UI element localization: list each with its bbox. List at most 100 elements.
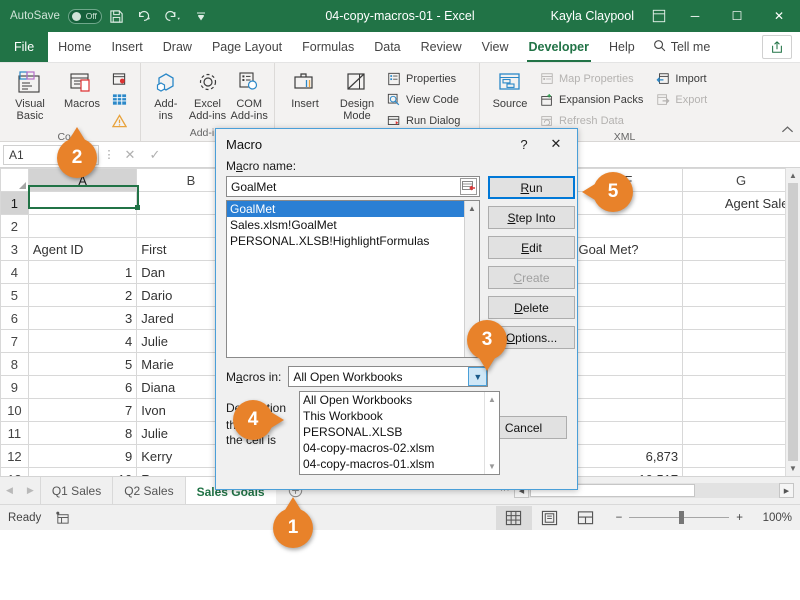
cell-f10[interactable] bbox=[573, 398, 684, 422]
cell-a4[interactable]: 1 bbox=[27, 260, 138, 284]
scroll-down-arrow[interactable]: ▼ bbox=[786, 461, 800, 476]
cell-a5[interactable]: 2 bbox=[27, 283, 138, 307]
macros-button[interactable]: Macros bbox=[56, 67, 108, 110]
cell-g12[interactable] bbox=[682, 444, 800, 468]
accessibility-check-icon[interactable] bbox=[55, 511, 70, 525]
row-header-10[interactable]: 10 bbox=[0, 398, 29, 422]
insert-control-button[interactable]: Insert bbox=[279, 67, 331, 110]
ribbon-display-options-icon[interactable] bbox=[644, 0, 674, 32]
row-header-2[interactable]: 2 bbox=[0, 214, 29, 238]
column-header-g[interactable]: G bbox=[682, 168, 800, 192]
tab-file[interactable]: File bbox=[0, 32, 49, 62]
zoom-slider-thumb[interactable] bbox=[679, 511, 685, 524]
xml-source-button[interactable]: Source bbox=[484, 67, 536, 110]
row-header-1[interactable]: 1 bbox=[0, 191, 29, 215]
list-item[interactable]: PERSONAL.XLSB bbox=[300, 424, 499, 440]
minimize-button[interactable]: ─ bbox=[674, 0, 716, 32]
cell-f8[interactable] bbox=[573, 352, 684, 376]
row-header-3[interactable]: 3 bbox=[0, 237, 29, 261]
list-item[interactable]: This Workbook bbox=[300, 408, 499, 424]
cell-g1[interactable]: Agent Sales bbox=[682, 191, 800, 215]
cell-g13[interactable] bbox=[682, 467, 800, 476]
cell-a10[interactable]: 7 bbox=[27, 398, 138, 422]
dialog-help-button[interactable]: ? bbox=[509, 131, 539, 157]
scroll-up-arrow[interactable]: ▲ bbox=[786, 168, 800, 183]
zoom-slider[interactable] bbox=[629, 511, 730, 524]
row-header-4[interactable]: 4 bbox=[0, 260, 29, 284]
row-header-11[interactable]: 11 bbox=[0, 421, 29, 445]
export-button[interactable]: Export bbox=[652, 90, 710, 110]
cell-a7[interactable]: 4 bbox=[27, 329, 138, 353]
cell-f11[interactable] bbox=[573, 421, 684, 445]
macro-name-input[interactable]: GoalMet bbox=[226, 176, 480, 197]
view-code-button[interactable]: View Code bbox=[383, 90, 463, 110]
cell-f3[interactable]: Goal Met? bbox=[573, 237, 684, 261]
cell-g5[interactable] bbox=[682, 283, 800, 307]
step-into-button[interactable]: Step Into bbox=[488, 206, 575, 229]
add-ins-button[interactable]: Add- ins bbox=[145, 67, 187, 122]
row-header-5[interactable]: 5 bbox=[0, 283, 29, 307]
macros-in-dropdown[interactable]: All Open Workbooks This Workbook PERSONA… bbox=[299, 391, 500, 475]
cell-a6[interactable]: 3 bbox=[27, 306, 138, 330]
vertical-scroll-thumb[interactable] bbox=[788, 183, 798, 461]
close-button[interactable]: ✕ bbox=[758, 0, 800, 32]
vertical-scrollbar[interactable]: ▲ ▼ bbox=[785, 168, 800, 476]
edit-button[interactable]: Edit bbox=[488, 236, 575, 259]
macro-security-button[interactable] bbox=[108, 111, 130, 131]
excel-add-ins-button[interactable]: Excel Add-ins bbox=[187, 67, 229, 122]
zoom-control[interactable]: − + 100% bbox=[616, 511, 792, 524]
sheet-tab-q1-sales[interactable]: Q1 Sales bbox=[41, 477, 114, 504]
run-button[interactable]: Run bbox=[488, 176, 575, 199]
cell-g6[interactable] bbox=[682, 306, 800, 330]
macros-in-combo[interactable]: All Open Workbooks ▼ bbox=[288, 366, 489, 387]
map-properties-button[interactable]: Map Properties bbox=[536, 69, 646, 89]
cell-a11[interactable]: 8 bbox=[27, 421, 138, 445]
customize-quick-access-icon[interactable] bbox=[188, 3, 214, 29]
tab-formulas[interactable]: Formulas bbox=[292, 32, 364, 62]
row-header-12[interactable]: 12 bbox=[0, 444, 29, 468]
import-button[interactable]: Import bbox=[652, 69, 710, 89]
dropdown-scrollbar[interactable]: ▲ ▼ bbox=[484, 392, 499, 474]
cell-a3[interactable]: Agent ID bbox=[27, 237, 138, 261]
cell-f7[interactable] bbox=[573, 329, 684, 353]
cell-f4[interactable] bbox=[573, 260, 684, 284]
autosave-toggle[interactable]: Off bbox=[67, 8, 102, 24]
expansion-packs-button[interactable]: Expansion Packs bbox=[536, 90, 646, 110]
cell-f5[interactable] bbox=[573, 283, 684, 307]
cell-g4[interactable] bbox=[682, 260, 800, 284]
tab-help[interactable]: Help bbox=[599, 32, 645, 62]
properties-button[interactable]: Properties bbox=[383, 69, 463, 89]
cell-a8[interactable]: 5 bbox=[27, 352, 138, 376]
sheet-tab-q2-sales[interactable]: Q2 Sales bbox=[113, 477, 186, 504]
record-macro-button[interactable] bbox=[108, 69, 130, 89]
share-button[interactable] bbox=[762, 35, 792, 59]
normal-view-button[interactable] bbox=[495, 505, 532, 530]
sheet-next-icon[interactable]: ▶ bbox=[27, 485, 34, 496]
cancel-entry-icon[interactable]: ✕ bbox=[119, 145, 141, 165]
row-header-7[interactable]: 7 bbox=[0, 329, 29, 353]
tell-me-box[interactable]: Tell me bbox=[645, 32, 719, 62]
hscroll-right-arrow[interactable]: ▶ bbox=[779, 483, 794, 498]
cell-a9[interactable]: 6 bbox=[27, 375, 138, 399]
row-header-13[interactable]: 13 bbox=[0, 467, 29, 476]
select-all-corner[interactable] bbox=[0, 168, 29, 192]
sheet-prev-icon[interactable]: ◀ bbox=[6, 485, 13, 496]
dropdown-scroll-down-arrow[interactable]: ▼ bbox=[485, 459, 499, 474]
row-header-8[interactable]: 8 bbox=[0, 352, 29, 376]
macro-name-picker-icon[interactable] bbox=[460, 178, 477, 195]
maximize-button[interactable]: ☐ bbox=[716, 0, 758, 32]
tab-review[interactable]: Review bbox=[411, 32, 472, 62]
macro-list-box[interactable]: GoalMet Sales.xlsm!GoalMet PERSONAL.XLSB… bbox=[226, 200, 480, 358]
cell-g11[interactable] bbox=[682, 421, 800, 445]
collapse-ribbon-icon[interactable] bbox=[781, 123, 794, 137]
redo-icon[interactable] bbox=[160, 3, 186, 29]
cell-a12[interactable]: 9 bbox=[27, 444, 138, 468]
macro-list-scroll-up-arrow[interactable]: ▲ bbox=[465, 201, 479, 216]
cell-g2[interactable]: 1 bbox=[682, 214, 800, 238]
zoom-out-button[interactable]: − bbox=[616, 512, 623, 524]
tab-page-layout[interactable]: Page Layout bbox=[202, 32, 292, 62]
tab-data[interactable]: Data bbox=[364, 32, 410, 62]
visual-basic-button[interactable]: Visual Basic bbox=[4, 67, 56, 122]
cell-a13[interactable]: 10 bbox=[27, 467, 138, 476]
confirm-entry-icon[interactable]: ✓ bbox=[144, 145, 166, 165]
